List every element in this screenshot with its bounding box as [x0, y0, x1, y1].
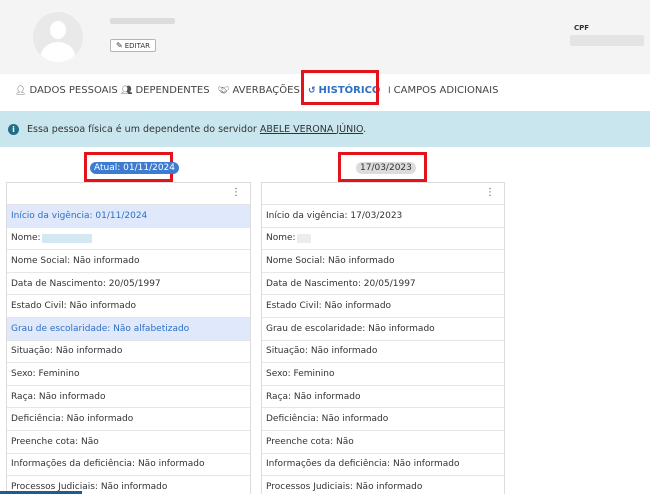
- row-sexo: Sexo: Feminino: [7, 363, 250, 386]
- row-inicio-vigencia: Início da vigência: 01/11/2024: [7, 205, 250, 228]
- row-preenche-cota: Preenche cota: Não: [7, 431, 250, 454]
- name-redacted: [41, 233, 92, 243]
- text-cursor-icon: Ι: [388, 85, 391, 96]
- tab-label: AVERBAÇÕES: [232, 85, 300, 96]
- users-icon: 👥︎: [121, 85, 133, 96]
- avatar-head: [50, 21, 66, 39]
- row-text: Informações da deficiência: Não informad…: [266, 459, 460, 470]
- info-alert: i Essa pessoa física é um dependente do …: [0, 111, 650, 147]
- row-sexo: Sexo: Feminino: [262, 363, 504, 386]
- row-text: Grau de escolaridade: Não informado: [266, 323, 435, 334]
- past-version-card: ⋮ Início da vigência: 17/03/2023 Nome: N…: [261, 182, 505, 494]
- info-icon: i: [8, 123, 19, 135]
- card-menu-icon[interactable]: ⋮: [262, 183, 504, 205]
- row-processos-judiciais: Processos Judiciais: Não informado: [262, 476, 504, 494]
- tab-dados-pessoais[interactable]: 👤︎ DADOS PESSOAIS: [15, 85, 118, 96]
- edit-button[interactable]: ✎ EDITAR: [110, 39, 156, 52]
- row-estado-civil: Estado Civil: Não informado: [7, 295, 250, 318]
- tab-label: CAMPOS ADICIONAIS: [393, 85, 499, 96]
- row-text: Data de Nascimento: 20/05/1997: [11, 278, 161, 289]
- servidor-link[interactable]: ABELE VERONA JÚNIO: [260, 124, 363, 135]
- row-nome-social: Nome Social: Não informado: [262, 250, 504, 273]
- row-situacao: Situação: Não informado: [262, 341, 504, 364]
- tab-label: DADOS PESSOAIS: [29, 85, 118, 96]
- row-nome: Nome:: [7, 228, 250, 251]
- tab-campos-adicionais[interactable]: Ι CAMPOS ADICIONAIS: [388, 85, 498, 96]
- row-text: Situação: Não informado: [11, 346, 123, 357]
- row-inicio-vigencia: Início da vigência: 17/03/2023: [262, 205, 504, 228]
- row-text: Preenche cota: Não: [266, 436, 354, 447]
- avatar-body: [41, 42, 75, 62]
- card-menu-icon[interactable]: ⋮: [7, 183, 250, 205]
- cpf-value-redacted: [570, 35, 644, 46]
- row-text: Grau de escolaridade: Não alfabetizado: [11, 323, 190, 334]
- tab-label: DEPENDENTES: [135, 85, 210, 96]
- row-situacao: Situação: Não informado: [7, 341, 250, 364]
- row-text: Raça: Não informado: [11, 391, 106, 402]
- pencil-icon: ✎: [116, 41, 123, 50]
- current-version-card: ⋮ Início da vigência: 01/11/2024 Nome: N…: [6, 182, 251, 494]
- row-text: Início da vigência: 17/03/2023: [266, 210, 403, 221]
- row-text: Preenche cota: Não: [11, 436, 99, 447]
- name-redacted: [296, 233, 311, 243]
- row-data-nascimento: Data de Nascimento: 20/05/1997: [7, 273, 250, 296]
- person-name-redacted: [110, 18, 175, 24]
- tab-averbacoes[interactable]: 🤝︎ AVERBAÇÕES: [218, 85, 300, 96]
- info-text: Essa pessoa física é um dependente do se…: [27, 124, 366, 135]
- tab-dependentes[interactable]: 👥︎ DEPENDENTES: [121, 85, 210, 96]
- row-estado-civil: Estado Civil: Não informado: [262, 295, 504, 318]
- row-preenche-cota: Preenche cota: Não: [262, 431, 504, 454]
- user-icon: 👤︎: [15, 85, 27, 96]
- row-text: Deficiência: Não informado: [11, 414, 134, 425]
- row-text: Início da vigência: 01/11/2024: [11, 210, 148, 221]
- avatar: [33, 12, 83, 62]
- row-deficiencia: Deficiência: Não informado: [7, 408, 250, 431]
- row-nome: Nome:: [262, 228, 504, 251]
- row-text: Raça: Não informado: [266, 391, 361, 402]
- row-text: Informações da deficiência: Não informad…: [11, 459, 205, 470]
- row-text: Data de Nascimento: 20/05/1997: [266, 278, 416, 289]
- edit-button-label: EDITAR: [124, 41, 150, 50]
- row-text: Estado Civil: Não informado: [11, 301, 137, 312]
- row-raca: Raça: Não informado: [7, 386, 250, 409]
- row-grau-escolaridade: Grau de escolaridade: Não informado: [262, 318, 504, 341]
- row-text: Processos Judiciais: Não informado: [266, 481, 423, 492]
- row-grau-escolaridade: Grau de escolaridade: Não alfabetizado: [7, 317, 250, 341]
- row-info-deficiencia: Informações da deficiência: Não informad…: [7, 454, 250, 477]
- row-text: Situação: Não informado: [266, 346, 378, 357]
- row-text: Deficiência: Não informado: [266, 414, 389, 425]
- tab-highlight-box: [301, 70, 379, 105]
- row-data-nascimento: Data de Nascimento: 20/05/1997: [262, 273, 504, 296]
- row-text: Sexo: Feminino: [266, 368, 335, 379]
- info-message: Essa pessoa física é um dependente do se…: [27, 123, 257, 135]
- row-raca: Raça: Não informado: [262, 386, 504, 409]
- row-text: Nome Social: Não informado: [266, 255, 395, 266]
- row-text: Nome:: [266, 233, 296, 244]
- row-text: Nome Social: Não informado: [11, 255, 140, 266]
- current-version-badge[interactable]: Atual: 01/11/2024: [90, 162, 180, 174]
- row-info-deficiencia: Informações da deficiência: Não informad…: [262, 454, 504, 477]
- info-suffix: .: [363, 123, 367, 135]
- row-nome-social: Nome Social: Não informado: [7, 250, 250, 273]
- profile-header: ✎ EDITAR CPF: [0, 0, 650, 74]
- past-version-badge[interactable]: 17/03/2023: [356, 162, 416, 174]
- row-text: Nome:: [11, 233, 41, 244]
- cpf-label: CPF: [574, 24, 590, 32]
- row-text: Sexo: Feminino: [11, 368, 80, 379]
- handshake-icon: 🤝︎: [218, 85, 230, 96]
- row-text: Estado Civil: Não informado: [266, 301, 392, 312]
- row-deficiencia: Deficiência: Não informado: [262, 408, 504, 431]
